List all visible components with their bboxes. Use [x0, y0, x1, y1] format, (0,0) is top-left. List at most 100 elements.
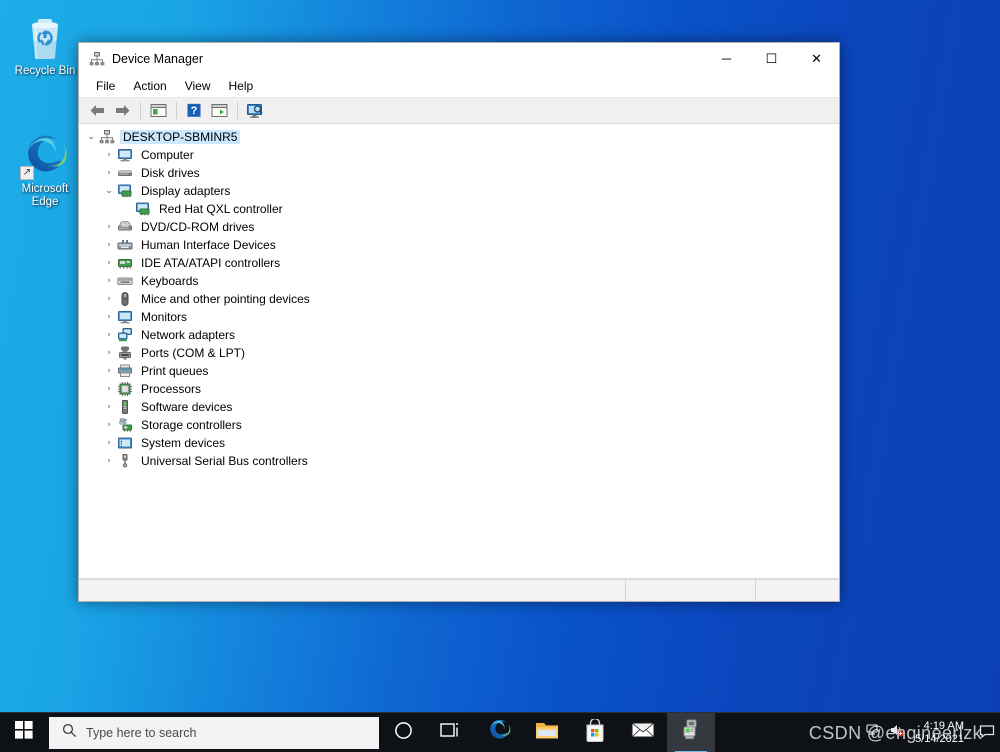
search-placeholder: Type here to search — [86, 725, 197, 740]
action-center-button[interactable] — [974, 713, 1000, 752]
chevron-right-icon[interactable]: › — [101, 150, 117, 160]
minimize-button[interactable]: ─ — [704, 43, 749, 75]
chevron-right-icon[interactable]: › — [101, 366, 117, 376]
chevron-right-icon[interactable]: › — [101, 438, 117, 448]
disk-drive-icon — [117, 165, 133, 181]
volume-icon — [889, 723, 905, 742]
microsoft-edge-icon: ↗ — [8, 130, 82, 180]
tree-node-root[interactable]: ⌄ DESKTOP-SBMINR5 — [79, 128, 839, 146]
tree-node-label: Red Hat QXL controller — [159, 202, 283, 216]
chevron-down-icon[interactable]: ⌄ — [83, 132, 99, 142]
network-icon — [865, 723, 881, 742]
tree-node-label: Network adapters — [141, 328, 236, 342]
clock-time: 4:19 AM — [923, 719, 964, 732]
maximize-button[interactable]: ☐ — [749, 43, 794, 75]
mail-icon — [630, 721, 656, 744]
tree-node-keyboards[interactable]: › Keyboards — [79, 272, 839, 290]
chevron-right-icon[interactable]: › — [101, 258, 117, 268]
device-manager-icon — [89, 51, 105, 67]
system-device-icon — [117, 435, 133, 451]
cortana-button[interactable] — [379, 713, 427, 752]
status-pane-1 — [79, 580, 626, 601]
chevron-right-icon[interactable]: › — [101, 168, 117, 178]
device-tree[interactable]: ⌄ DESKTOP-SBMINR5 › Computer › Disk driv… — [79, 124, 839, 579]
chevron-right-icon[interactable]: › — [101, 348, 117, 358]
chevron-down-icon[interactable]: ⌄ — [101, 186, 117, 196]
chevron-right-icon[interactable]: › — [101, 276, 117, 286]
tree-node-software-devices[interactable]: › Software devices — [79, 398, 839, 416]
menu-view[interactable]: View — [176, 77, 220, 95]
desktop-icon-microsoft-edge[interactable]: ↗ Microsoft Edge — [6, 124, 84, 213]
tree-node-dvd-cd-rom-drives[interactable]: › DVD/CD-ROM drives — [79, 218, 839, 236]
dvd-drive-icon — [117, 219, 133, 235]
desktop-icon-recycle-bin[interactable]: Recycle Bin — [6, 6, 84, 82]
volume-button[interactable] — [885, 713, 909, 752]
tree-node-label: Keyboards — [141, 274, 199, 288]
computer-tree-icon — [99, 129, 115, 145]
menu-help[interactable]: Help — [220, 77, 263, 95]
tree-node-red-hat-qxl-controller[interactable]: Red Hat QXL controller — [79, 200, 839, 218]
taskbar-button-device-manager[interactable] — [667, 712, 715, 752]
chevron-right-icon[interactable]: › — [101, 294, 117, 304]
tree-node-label: Monitors — [141, 310, 188, 324]
chevron-right-icon[interactable]: › — [101, 312, 117, 322]
tree-node-ports[interactable]: › Ports (COM & LPT) — [79, 344, 839, 362]
tree-node-label: Computer — [141, 148, 194, 162]
tree-node-system-devices[interactable]: › System devices — [79, 434, 839, 452]
tree-node-storage-controllers[interactable]: › Storage controllers — [79, 416, 839, 434]
forward-icon[interactable] — [110, 100, 134, 122]
tree-node-network-adapters[interactable]: › Network adapters — [79, 326, 839, 344]
network-adapter-icon — [117, 327, 133, 343]
tree-node-computer[interactable]: › Computer — [79, 146, 839, 164]
window-titlebar[interactable]: Device Manager ─ ☐ ✕ — [79, 43, 839, 75]
taskbar-button-mail[interactable] — [619, 713, 667, 752]
tree-node-monitors[interactable]: › Monitors — [79, 308, 839, 326]
tree-node-display-adapters[interactable]: ⌄ Display adapters — [79, 182, 839, 200]
svg-text:?: ? — [191, 105, 198, 117]
start-icon — [15, 721, 33, 744]
tree-node-processors[interactable]: › Processors — [79, 380, 839, 398]
status-pane-3 — [756, 580, 839, 601]
toolbar: ? — [79, 98, 839, 124]
tree-node-universal-serial-bus-controllers[interactable]: › Universal Serial Bus controllers — [79, 452, 839, 470]
tree-node-disk-drives[interactable]: › Disk drives — [79, 164, 839, 182]
chevron-right-icon[interactable]: › — [101, 384, 117, 394]
chevron-right-icon[interactable]: › — [101, 420, 117, 430]
file-explorer-icon — [535, 719, 559, 746]
tree-node-print-queues[interactable]: › Print queues — [79, 362, 839, 380]
taskbar-button-edge[interactable] — [475, 713, 523, 752]
chevron-right-icon[interactable]: › — [101, 240, 117, 250]
tree-node-label: Display adapters — [141, 184, 231, 198]
menu-file[interactable]: File — [87, 77, 124, 95]
chevron-right-icon[interactable]: › — [101, 402, 117, 412]
taskbar-button-file-explorer[interactable] — [523, 713, 571, 752]
tree-node-label: DESKTOP-SBMINR5 — [120, 130, 241, 144]
desktop-icon-area: Recycle Bin ↗ Microsoft Edge — [6, 6, 84, 213]
processor-icon — [117, 381, 133, 397]
task-view-button[interactable] — [427, 713, 475, 752]
chevron-right-icon[interactable]: › — [101, 222, 117, 232]
tree-node-ide-ata-atapi-controllers[interactable]: › IDE ATA/ATAPI controllers — [79, 254, 839, 272]
start-button[interactable] — [0, 713, 48, 752]
help-icon[interactable]: ? — [182, 100, 206, 122]
tree-node-label: Print queues — [141, 364, 209, 378]
scan-hardware-changes-icon[interactable] — [243, 100, 267, 122]
properties-icon[interactable] — [146, 100, 170, 122]
back-icon[interactable] — [85, 100, 109, 122]
clock-date: 5/14/2021 — [915, 732, 964, 745]
tree-node-label: Ports (COM & LPT) — [141, 346, 246, 360]
close-button[interactable]: ✕ — [794, 43, 839, 75]
chevron-right-icon[interactable]: › — [101, 456, 117, 466]
search-input[interactable]: Type here to search — [49, 716, 379, 749]
menu-action[interactable]: Action — [124, 77, 175, 95]
chevron-right-icon[interactable]: › — [101, 330, 117, 340]
network-button[interactable] — [861, 713, 885, 752]
taskbar-button-microsoft-store[interactable] — [571, 713, 619, 752]
cortana-icon — [394, 721, 413, 745]
toolbar-separator-3 — [237, 102, 238, 119]
clock[interactable]: 4:19 AM 5/14/2021 — [909, 720, 974, 746]
device-manager-window: Device Manager ─ ☐ ✕ File Action View He… — [78, 42, 840, 602]
tree-node-human-interface-devices[interactable]: › Human Interface Devices — [79, 236, 839, 254]
tree-node-mice-and-other-pointing-devices[interactable]: › Mice and other pointing devices — [79, 290, 839, 308]
update-driver-icon[interactable] — [207, 100, 231, 122]
